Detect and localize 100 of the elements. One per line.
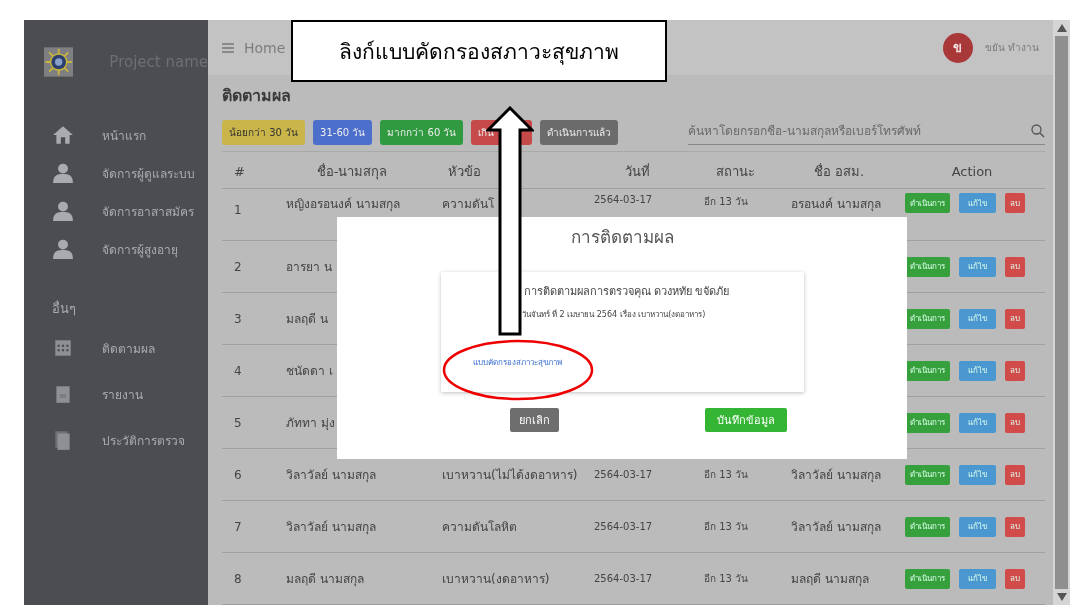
table-cell: 2564-03-17 xyxy=(594,194,653,205)
table-cell: 4 xyxy=(234,363,242,378)
filter-button[interactable]: 31-60 วัน xyxy=(313,120,373,145)
table-cell: ภัททา มุ่ง xyxy=(286,416,335,430)
person-icon xyxy=(52,238,74,260)
filter-button[interactable]: น้อยกว่า 30 วัน xyxy=(222,120,306,145)
sidebar-item-label[interactable]: หน้าแรก xyxy=(102,125,146,145)
edit-button[interactable]: แก้ไข xyxy=(959,256,996,277)
table-cell: 2564-03-17 xyxy=(594,521,653,532)
process-button[interactable]: ดำเนินการ xyxy=(905,193,950,213)
annotation-callout: ลิงก์แบบคัดกรองสภาวะสุขภาพ xyxy=(291,20,667,82)
edit-button[interactable]: แก้ไข xyxy=(959,308,996,329)
process-button[interactable]: ดำเนินการ xyxy=(905,568,950,589)
process-button[interactable]: ดำเนินการ xyxy=(905,308,950,329)
table-cell: หญิงอรอนงค์ นามสกุล xyxy=(286,197,400,211)
home-link[interactable]: Home xyxy=(244,39,286,56)
table-cell: เบาหวาน(งดอาหาร) xyxy=(442,572,550,586)
sidebar-item[interactable]: รายงาน xyxy=(52,381,208,407)
edit-button[interactable]: แก้ไข xyxy=(959,516,996,537)
table-cell: อีก 13 วัน xyxy=(704,469,749,480)
follow-up-heading: การติดตามผลการตรวจคุณ ดวงหทัย ขจัดภัย xyxy=(523,284,730,300)
column-header: ชื่อ อสม. xyxy=(812,162,866,181)
table-cell: มลฤดี นามสกุล xyxy=(791,572,869,586)
table-cell: 7 xyxy=(234,519,242,534)
scroll-up-icon[interactable] xyxy=(1055,23,1068,33)
delete-button[interactable]: ลบ xyxy=(1005,256,1025,277)
scroll-down-icon[interactable] xyxy=(1055,592,1068,602)
edit-button[interactable]: แก้ไข xyxy=(959,568,996,589)
table-cell: อีก 13 วัน xyxy=(704,196,749,207)
table-cell: 2564-03-17 xyxy=(594,469,653,480)
sidebar-item-label[interactable]: ประวัติการตรวจ xyxy=(102,430,185,450)
sidebar-item[interactable]: จัดการอาสาสมัคร xyxy=(52,198,208,224)
sidebar-item-label[interactable]: จัดการอาสาสมัคร xyxy=(102,201,194,221)
logo-drawing xyxy=(44,45,74,79)
calendar-icon xyxy=(52,337,74,359)
sidebar-item[interactable]: จัดการผู้สูงอายุ xyxy=(52,236,208,262)
process-button[interactable]: ดำเนินการ xyxy=(905,464,950,485)
sidebar-item[interactable]: ติดตามผล xyxy=(52,335,208,361)
filter-button[interactable]: ดำเนินการแล้ว xyxy=(540,120,619,145)
table-cell: 8 xyxy=(234,571,242,586)
table-cell: อีก 13 วัน xyxy=(704,573,749,584)
sidebar-item-label[interactable]: รายงาน xyxy=(102,384,143,404)
delete-button[interactable]: ลบ xyxy=(1005,412,1025,433)
table-cell: มลฤดี นามสกุล xyxy=(286,572,364,586)
process-button[interactable]: ดำเนินการ xyxy=(905,516,950,537)
sidebar-item-label[interactable]: จัดการผู้ดูแลระบบ xyxy=(102,163,195,183)
table-cell: 3 xyxy=(234,311,242,326)
table-cell: อีก 13 วัน xyxy=(704,521,749,532)
follow-up-detail: วันจันทร์ ที่ 2 เมษายน 2564 เรื่อง เบาหวาน(งดอาหาร) xyxy=(521,308,706,321)
sidebar-item[interactable]: ประวัติการตรวจ xyxy=(52,427,208,453)
delete-button[interactable]: ลบ xyxy=(1005,516,1025,537)
delete-button[interactable]: ลบ xyxy=(1005,193,1025,213)
avatar[interactable]: ข xyxy=(942,32,973,63)
page-title: ติดตามผล xyxy=(222,85,292,107)
table-cell: มลฤดี น xyxy=(286,312,328,326)
scrollbar[interactable] xyxy=(1053,20,1070,605)
table-cell: ความดันโ xyxy=(442,197,494,211)
person-icon xyxy=(52,162,74,184)
cancel-button[interactable]: ยกเลิก xyxy=(509,408,559,432)
column-header: ชื่อ-นามสกุล xyxy=(315,162,389,182)
delete-button[interactable]: ลบ xyxy=(1005,568,1025,589)
filter-button[interactable]: มากกว่า 60 วัน xyxy=(380,120,464,145)
process-button[interactable]: ดำเนินการ xyxy=(905,412,950,433)
save-button[interactable]: บันทึกข้อมูล xyxy=(704,408,787,432)
process-button[interactable]: ดำเนินการ xyxy=(905,256,950,277)
home-icon xyxy=(52,124,74,146)
table-cell: วิลาวัลย์ นามสกุล xyxy=(286,468,376,482)
table-cell: วิลาวัลย์ นามสกุล xyxy=(286,520,376,534)
user-name[interactable]: ขยัน ทำงาน xyxy=(984,40,1039,55)
edit-button[interactable]: แก้ไข xyxy=(959,360,996,381)
process-button[interactable]: ดำเนินการ xyxy=(905,360,950,381)
table-cell: 6 xyxy=(234,467,242,482)
table-cell: ชนัดดา เ xyxy=(286,364,333,378)
table-cell: ความดันโลหิต xyxy=(442,520,517,534)
sidebar-item[interactable]: หน้าแรก xyxy=(52,122,208,148)
delete-button[interactable]: ลบ xyxy=(1005,360,1025,381)
delete-button[interactable]: ลบ xyxy=(1005,464,1025,485)
edit-button[interactable]: แก้ไข xyxy=(959,464,996,485)
table-cell: วิลาวัลย์ นามสกุล xyxy=(791,468,881,482)
search-icon[interactable] xyxy=(1031,124,1045,138)
table-cell: วิลาวัลย์ นามสกุล xyxy=(791,520,881,534)
table-cell: อรอนงค์ นามสกุล xyxy=(791,197,881,211)
person-icon xyxy=(52,200,74,222)
screening-form-link[interactable]: แบบคัดกรองสภาวะสุขภาพ xyxy=(472,356,562,369)
table-cell: เบาหวาน(ไม่ได้งดอาหาร) xyxy=(442,468,578,482)
column-header: สถานะ xyxy=(715,162,756,181)
section-title: อื่นๆ xyxy=(51,299,77,318)
sidebar-item[interactable]: จัดการผู้ดูแลระบบ xyxy=(52,160,208,186)
table-cell: 1 xyxy=(234,203,242,217)
table-cell: 5 xyxy=(234,415,242,430)
delete-button[interactable]: ลบ xyxy=(1005,308,1025,329)
table-cell: 2564-03-17 xyxy=(594,573,653,584)
table-cell: 2 xyxy=(234,259,242,274)
table-cell: อารยา น xyxy=(286,260,332,274)
sidebar-item-label[interactable]: ติดตามผล xyxy=(102,338,155,358)
column-header: # xyxy=(233,163,246,179)
edit-button[interactable]: แก้ไข xyxy=(959,193,996,213)
column-header: หัวข้อ xyxy=(447,162,482,181)
sidebar-item-label[interactable]: จัดการผู้สูงอายุ xyxy=(102,239,178,259)
edit-button[interactable]: แก้ไข xyxy=(959,412,996,433)
